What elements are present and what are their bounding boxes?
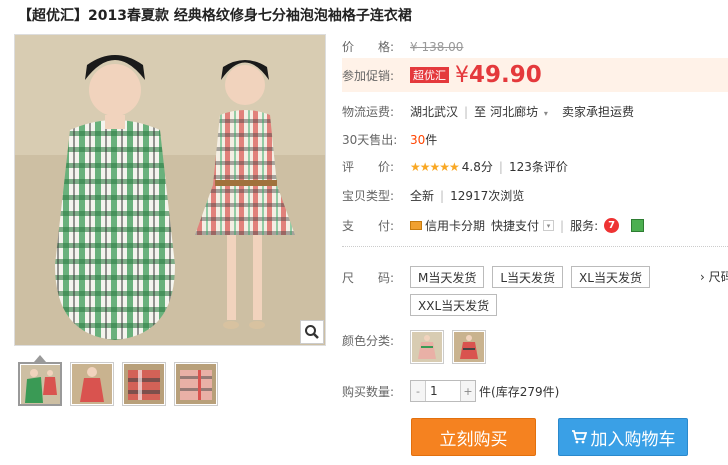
price-label: 价 格: [342, 40, 395, 54]
rating-stars-icon: ★★★★★ [410, 159, 460, 174]
thumbnail-2[interactable] [70, 362, 114, 406]
divider [342, 246, 728, 247]
credit-card-icon [410, 221, 422, 230]
buy-now-label: 立刻购买 [439, 429, 508, 450]
promo-price-row: 参加促销: 超优汇 ¥ 49.90 [342, 62, 542, 88]
shipping-row: 物流运费: 湖北武汉 | 至 河北廊坊 ▾ 卖家承担运费 [342, 103, 634, 120]
service-label: 服务: [570, 219, 599, 233]
sales-unit: 件 [425, 133, 438, 147]
rating-score: 4.8分 [461, 160, 493, 174]
add-to-cart-label: 加入购物车 [590, 429, 676, 450]
original-price: ¥ 138.00 [410, 39, 464, 54]
stock-count: (库存279件) [491, 384, 560, 399]
product-title: 【超优汇】2013春夏款 经典格纹修身七分袖泡泡袖格子连衣裙 [18, 8, 412, 24]
zoom-button[interactable] [300, 320, 324, 344]
separator: | [464, 104, 469, 119]
ship-to: 河北廊坊 [490, 105, 539, 119]
dropdown-arrow-icon: ▾ [543, 109, 548, 118]
rating-label: 评 价: [342, 160, 395, 174]
currency-symbol: ¥ [455, 62, 469, 88]
view-count: 12917次浏览 [450, 189, 525, 203]
separator: | [498, 159, 503, 174]
thumbnail-image [124, 364, 164, 404]
color-swatch-red[interactable] [452, 330, 486, 364]
minus-button[interactable]: - [411, 381, 425, 401]
add-to-cart-button[interactable]: 加入购物车 [558, 418, 688, 456]
quantity-stepper[interactable]: - 1 + [410, 380, 476, 402]
quick-pay: 快捷支付 [491, 219, 540, 233]
buy-now-button[interactable]: 立刻购买 [411, 418, 536, 456]
thumbnail-image [21, 365, 60, 404]
item-type-label: 宝贝类型: [342, 189, 395, 203]
size-option-xl[interactable]: XL当天发货 [571, 266, 650, 288]
quantity-row: 购买数量: - 1 + 件 (库存279件) [342, 380, 559, 402]
size-option-l[interactable]: L当天发货 [492, 266, 564, 288]
shipping-label: 物流运费: [342, 105, 395, 119]
thumbnail-indicator-icon [34, 355, 46, 362]
thumbnail-image [72, 364, 112, 404]
magnifier-icon [305, 325, 319, 339]
main-product-image[interactable] [14, 34, 326, 346]
color-swatch-green[interactable] [410, 330, 444, 364]
product-photo [15, 35, 325, 345]
credit-installment: 信用卡分期 [425, 219, 486, 233]
swatch-image [412, 332, 442, 362]
payment-row: 支 付: 信用卡分期 快捷支付 ▾ | 服务: 7 [342, 217, 645, 234]
separator: | [440, 188, 445, 203]
ship-from: 湖北武汉 [410, 105, 459, 119]
item-type: 全新 [410, 189, 435, 203]
item-type-row: 宝贝类型: 全新 | 12917次浏览 [342, 187, 524, 204]
sales-count: 30 [410, 132, 426, 147]
original-price-row: 价 格: ¥ 138.00 [342, 38, 463, 55]
promo-badge: 超优汇 [410, 67, 449, 83]
shipping-fee: 卖家承担运费 [561, 105, 634, 119]
guarantee-icon [631, 219, 645, 232]
swatch-image [454, 332, 484, 362]
promo-price: 49.90 [469, 62, 542, 88]
quantity-input[interactable]: 1 [425, 381, 461, 401]
quantity-unit: 件 [479, 384, 492, 399]
color-label: 颜色分类: [342, 334, 395, 348]
sales-row: 30天售出: 30 件 [342, 131, 437, 148]
plus-button[interactable]: + [461, 381, 475, 401]
seven-day-return-icon: 7 [604, 218, 620, 233]
thumbnail-list [18, 362, 218, 406]
rating-row: 评 价: ★★★★★ 4.8分 | 123条评价 [342, 158, 568, 175]
separator: | [560, 218, 565, 233]
ship-to-select[interactable]: 河北廊坊 ▾ [490, 103, 548, 120]
thumbnail-1[interactable] [18, 362, 62, 406]
size-row-2: XXL当天发货 [410, 294, 505, 316]
payment-label: 支 付: [342, 219, 395, 233]
color-row: 颜色分类: [342, 330, 494, 364]
thumbnail-4[interactable] [174, 362, 218, 406]
size-row: 尺 码: M当天发货 L当天发货 XL当天发货 [342, 266, 658, 288]
size-option-xxl[interactable]: XXL当天发货 [410, 294, 498, 316]
quantity-label: 购买数量: [342, 384, 395, 399]
review-count-link[interactable]: 123条评价 [509, 158, 568, 175]
size-chart-link[interactable]: › 尺码 [700, 268, 728, 285]
sales-label: 30天售出: [342, 133, 398, 147]
more-dropdown-icon[interactable]: ▾ [543, 220, 555, 231]
ship-to-prefix: 至 [474, 105, 487, 119]
promo-label: 参加促销: [342, 68, 395, 83]
size-label: 尺 码: [342, 270, 395, 285]
cart-icon [571, 430, 587, 444]
thumbnail-3[interactable] [122, 362, 166, 406]
thumbnail-image [176, 364, 216, 404]
size-option-m[interactable]: M当天发货 [410, 266, 485, 288]
